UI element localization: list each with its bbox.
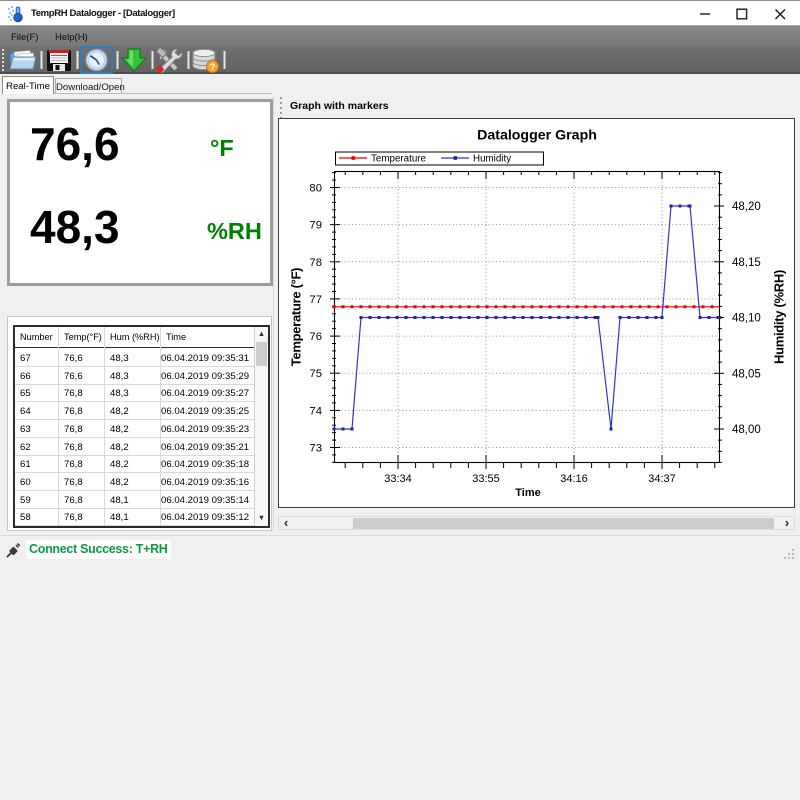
svg-text:74: 74 [309,405,322,417]
svg-text:73: 73 [309,443,322,455]
svg-text:48,15: 48,15 [732,257,761,269]
svg-text:Time: Time [515,487,540,499]
svg-text:33:55: 33:55 [472,473,500,485]
svg-text:48,20: 48,20 [732,201,761,213]
svg-text:75: 75 [309,368,322,380]
svg-text:79: 79 [309,220,322,232]
svg-text:Humidity: Humidity [473,154,511,165]
svg-text:34:37: 34:37 [648,473,676,485]
svg-text:Temperature: Temperature [371,154,427,165]
svg-text:Temperature (°F): Temperature (°F) [289,268,304,366]
svg-text:48,10: 48,10 [732,313,761,325]
svg-text:Humidity (%RH): Humidity (%RH) [772,270,787,364]
svg-text:76: 76 [309,331,322,343]
svg-text:77: 77 [309,294,322,306]
svg-text:?: ? [210,62,216,73]
svg-text:34:16: 34:16 [560,473,588,485]
svg-text:80: 80 [309,183,322,195]
svg-text:Datalogger Graph: Datalogger Graph [477,128,597,144]
svg-text:48,00: 48,00 [732,424,761,436]
svg-text:33:34: 33:34 [384,473,412,485]
svg-text:78: 78 [309,257,322,269]
svg-text:48,05: 48,05 [732,368,761,380]
